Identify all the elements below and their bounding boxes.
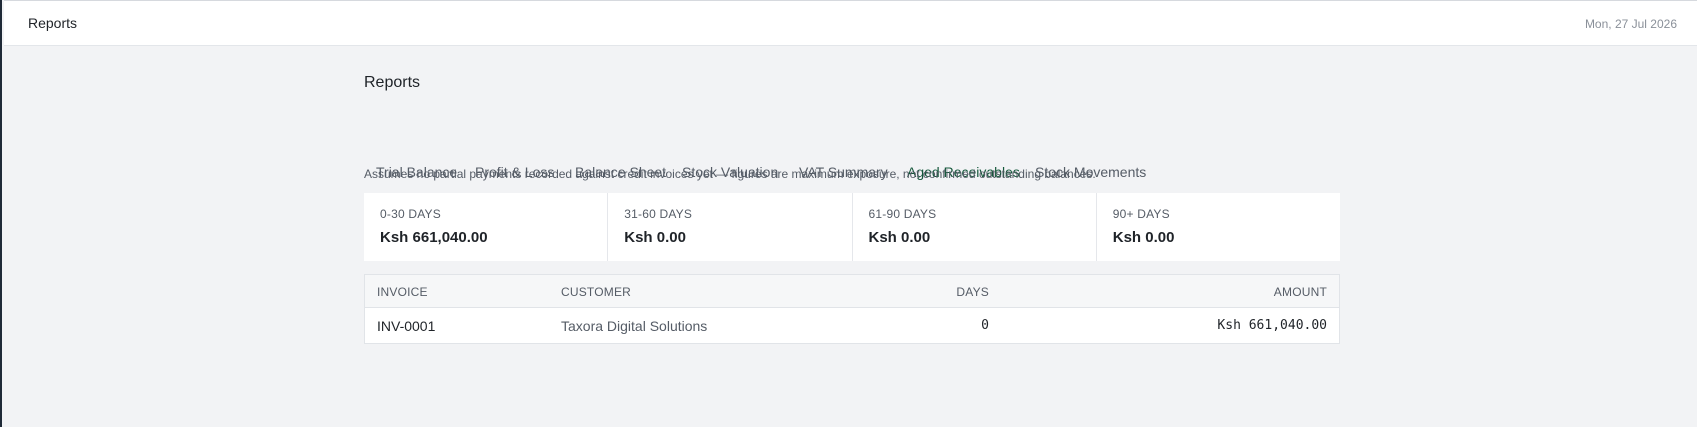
- column-header-customer: CUSTOMER: [561, 285, 632, 299]
- report-tabs: Trial Balance Profit & Loss Balance Shee…: [364, 114, 1340, 196]
- table-row[interactable]: INV-0001 Taxora Digital Solutions 0 Ksh …: [365, 308, 1339, 343]
- column-header-invoice: INVOICE: [377, 285, 428, 299]
- header-date: Mon, 27 Jul 2026: [1584, 17, 1677, 31]
- bucket-value: Ksh 0.00: [1112, 229, 1175, 246]
- top-bar: Reports Mon, 27 Jul 2026: [4, 0, 1697, 46]
- app-frame: Reports Mon, 27 Jul 2026 Reports Trial B…: [0, 0, 1697, 427]
- bucket-value: Ksh 0.00: [868, 229, 931, 246]
- bucket-label: 90+ DAYS: [1112, 207, 1170, 221]
- table-header: INVOICE CUSTOMER DAYS AMOUNT: [365, 275, 1339, 308]
- header-title: Reports: [28, 15, 78, 31]
- bucket-label: 31-60 DAYS: [624, 207, 693, 221]
- bucket-0-30: 0-30 DAYS Ksh 661,040.00: [364, 193, 609, 261]
- cell-customer: Taxora Digital Solutions: [561, 318, 708, 334]
- column-header-days: DAYS: [956, 285, 989, 299]
- receivables-table: INVOICE CUSTOMER DAYS AMOUNT INV-0001 Ta…: [364, 274, 1340, 344]
- bucket-value: Ksh 0.00: [624, 229, 686, 246]
- cell-days: 0: [981, 318, 989, 333]
- aging-buckets: 0-30 DAYS Ksh 661,040.00 31-60 DAYS Ksh …: [364, 193, 1340, 261]
- tabs-row: Trial Balance Profit & Loss Balance Shee…: [364, 114, 1340, 196]
- exposure-note: Assumes no partial payments recorded aga…: [364, 167, 1096, 181]
- cell-amount: Ksh 661,040.00: [1217, 318, 1327, 333]
- cell-invoice[interactable]: INV-0001: [377, 318, 435, 334]
- bucket-90-plus: 90+ DAYS Ksh 0.00: [1097, 193, 1340, 261]
- bucket-31-60: 31-60 DAYS Ksh 0.00: [608, 193, 853, 261]
- bucket-61-90: 61-90 DAYS Ksh 0.00: [853, 193, 1097, 261]
- bucket-value: Ksh 661,040.00: [380, 229, 488, 246]
- page-title: Reports: [364, 74, 421, 91]
- bucket-label: 0-30 DAYS: [380, 207, 441, 221]
- column-header-amount: AMOUNT: [1273, 285, 1327, 299]
- bucket-label: 61-90 DAYS: [868, 207, 937, 221]
